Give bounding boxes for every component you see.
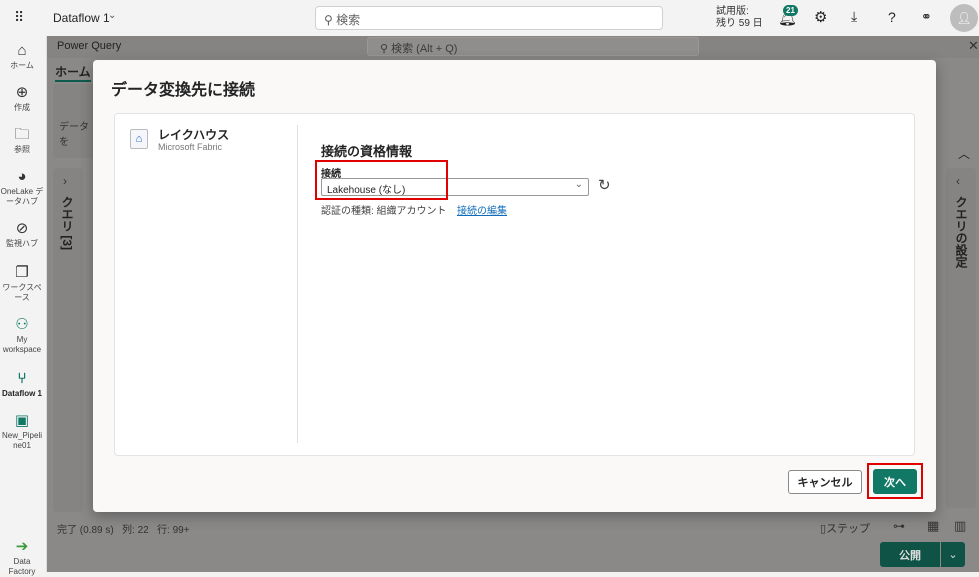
search-icon: ⚲ [324, 13, 337, 27]
nav-browse[interactable]: 🗀 参照 [0, 126, 44, 155]
get-data-button[interactable]: データを [59, 118, 93, 148]
plus-circle-icon: ⊕ [15, 84, 29, 101]
nav-monitor[interactable]: ⊘ 監視ハブ [0, 220, 44, 249]
onelake-icon: ◕ [17, 168, 27, 185]
next-button[interactable]: 次へ [873, 469, 917, 494]
nav-home[interactable]: ⌂ ホーム [0, 42, 44, 71]
home-icon: ⌂ [17, 42, 27, 59]
share-feedback-icon[interactable]: ⚭ [921, 9, 932, 25]
divider [297, 125, 298, 443]
nav-data-factory[interactable]: ➔ Data Factory [0, 538, 44, 577]
queries-pane[interactable]: › クエリ [3] [53, 168, 83, 512]
chevron-down-icon[interactable]: ⌄ [108, 10, 116, 21]
app-title[interactable]: Dataflow 1 [53, 11, 110, 25]
gear-icon[interactable]: ⚙ [814, 8, 827, 26]
highlight-box [315, 160, 448, 200]
nav-create[interactable]: ⊕ 作成 [0, 84, 44, 113]
steps-button[interactable]: ▯ステップ [820, 520, 870, 536]
edit-connection-link[interactable]: 接続の編集 [457, 202, 507, 217]
query-settings-pane[interactable]: ‹ クエリの設定 [946, 168, 976, 508]
diagram-view-icon[interactable]: ⊶ [893, 519, 905, 533]
dialog-content-card: ⌂ レイクハウス Microsoft Fabric 接続の資格情報 接続 Lak… [114, 113, 915, 456]
table-view-icon[interactable]: ▦ [927, 518, 939, 534]
folder-icon: 🗀 [14, 126, 30, 143]
schema-view-icon[interactable]: ▥ [954, 518, 966, 534]
global-search-input[interactable]: ⚲ 検索 [315, 6, 663, 30]
nav-pipeline[interactable]: ▣ New_Pipeline01 [0, 412, 44, 451]
auth-type: 認証の種類: 組織アカウント [321, 206, 447, 217]
top-bar: ⠿ Dataflow 1 ⌄ ⚲ 検索 試用版: 残り 59 日 🔔︎ 21 ⚙ … [0, 0, 979, 36]
nav-workspaces[interactable]: ❐ ワークスペース [0, 264, 44, 303]
pq-search-input[interactable]: ⚲ 検索 (Alt + Q) [367, 37, 699, 56]
nav-onelake[interactable]: ◕ OneLake データハブ [0, 168, 44, 207]
source-name: レイクハウス [158, 128, 230, 142]
data-factory-icon: ➔ [15, 538, 29, 555]
notification-badge: 21 [783, 5, 798, 16]
avatar[interactable]: 👤︎ [950, 4, 978, 32]
my-workspace-icon: ⚇ [15, 316, 29, 333]
trial-status: 試用版: 残り 59 日 [716, 6, 763, 29]
refresh-icon[interactable]: ↻ [598, 176, 611, 194]
collapse-ribbon-icon[interactable]: ︿ [958, 145, 970, 162]
search-icon: ⚲ [380, 43, 392, 55]
publish-button[interactable]: 公開 [880, 542, 940, 567]
help-icon[interactable]: ? [888, 9, 896, 25]
chevron-down-icon: ⌄ [574, 179, 583, 190]
section-title: 接続の資格情報 [321, 144, 413, 159]
pipeline-icon: ▣ [14, 412, 30, 429]
lakehouse-icon: ⌂ [130, 129, 148, 149]
cancel-button[interactable]: キャンセル [788, 470, 862, 494]
close-icon[interactable]: ✕ [968, 38, 979, 54]
source-vendor: Microsoft Fabric [158, 142, 223, 152]
dialog-title: データ変換先に接続 [111, 82, 256, 99]
publish-dropdown-chevron-icon[interactable]: ⌄ [941, 542, 965, 567]
nav-dataflow[interactable]: ⑂ Dataflow 1 [0, 370, 44, 399]
download-icon[interactable]: ⤓ [851, 8, 857, 25]
dataflow-icon: ⑂ [17, 370, 27, 387]
monitor-icon: ⊘ [15, 220, 29, 237]
ribbon: データを [53, 84, 93, 158]
workspaces-icon: ❐ [15, 264, 29, 281]
status-bar: 完了 (0.89 s) 列: 22 行: 99+ [57, 525, 190, 536]
left-nav: ⌂ ホーム ⊕ 作成 🗀 参照 ◕ OneLake データハブ ⊘ 監視ハブ ❐ ワークスペ… [0, 36, 47, 576]
nav-my-workspace[interactable]: ⚇ My workspace [0, 316, 44, 355]
app-launcher-icon[interactable]: ⠿ [14, 9, 24, 26]
tab-home[interactable]: ホーム [55, 63, 91, 82]
